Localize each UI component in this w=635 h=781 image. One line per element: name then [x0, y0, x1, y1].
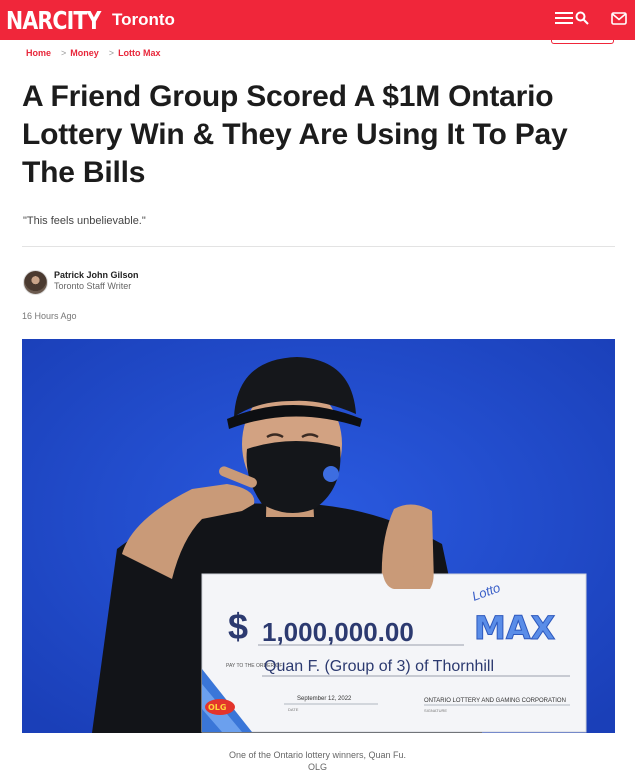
menu-icon[interactable] [555, 11, 573, 25]
site-logo[interactable]: NARCITY Toronto [6, 4, 175, 36]
author-name[interactable]: Patrick John Gilson [54, 270, 139, 280]
date-label: DATE [288, 707, 299, 712]
cheque-date: September 12, 2022 [297, 696, 352, 702]
header-actions [555, 11, 627, 25]
cheque-issuer: ONTARIO LOTTERY AND GAMING CORPORATION [424, 698, 566, 704]
caption-credit: OLG [307, 762, 327, 772]
city-edition-label[interactable]: Toronto [112, 10, 175, 30]
breadcrumb-home[interactable]: Home [26, 48, 51, 58]
search-icon[interactable] [575, 11, 589, 25]
logo-wordmark: NARCITY [6, 5, 101, 35]
article-title: A Friend Group Scored A $1M Ontario Lott… [22, 80, 568, 189]
breadcrumb-money[interactable]: Money [70, 48, 99, 58]
caption-text: One of the Ontario lottery winners, Quan… [228, 750, 407, 760]
max-logo: MAX [474, 609, 556, 647]
subscribe-button-edge[interactable] [551, 38, 614, 44]
author-role: Toronto Staff Writer [54, 281, 132, 291]
hero-photo: OLG $ 1,000,000.00 Lotto MAX PAY TO THE … [22, 339, 615, 733]
author-avatar[interactable] [23, 270, 48, 295]
article-dek: "This feels unbelievable." [23, 215, 146, 227]
photo-caption: One of the Ontario lottery winners, Quan… [0, 749, 635, 773]
divider [22, 246, 615, 247]
olg-logo: OLG [208, 703, 226, 712]
cheque-amount: 1,000,000.00 [262, 617, 414, 647]
breadcrumb-separator: > [61, 48, 67, 58]
signature-label: SIGNATURE [424, 708, 447, 713]
breadcrumb: Home > Money > Lotto Max [26, 48, 161, 58]
breadcrumb-lotto-max[interactable]: Lotto Max [118, 48, 161, 58]
publish-time: 16 Hours Ago [22, 311, 77, 321]
cheque-payee: Quan F. (Group of 3) of Thornhill [264, 658, 494, 675]
cheque-dollar-sign: $ [228, 606, 248, 647]
site-header: NARCITY Toronto [0, 0, 635, 40]
mail-icon[interactable] [611, 11, 627, 25]
breadcrumb-separator: > [108, 48, 115, 58]
